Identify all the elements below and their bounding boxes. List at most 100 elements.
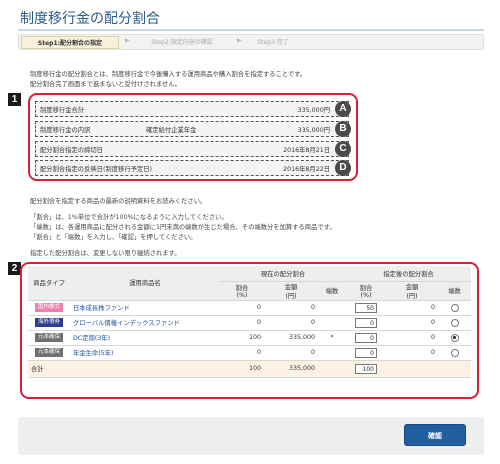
callout-letter: C: [335, 141, 351, 157]
fraction-radio[interactable]: [450, 318, 459, 327]
fraction-cell: [438, 315, 471, 331]
header-name: 運用商品名: [70, 266, 220, 301]
ratio-input[interactable]: 0: [355, 317, 377, 328]
table-row: 国内株式 日本成長株ファンド 0 0 50 0: [28, 300, 471, 316]
new-ratio-cell: 0: [346, 330, 386, 346]
info-row-effective-date: 配分割合指定の反映日(制度移行予定日) 2016年8月22日 D: [35, 160, 351, 176]
chevron-right-icon: ▶: [237, 37, 242, 44]
action-bar: 確認: [18, 417, 484, 455]
fund-link[interactable]: 日本成長株ファンド: [73, 305, 130, 312]
total-current-amount: 335,000: [264, 360, 318, 378]
ratio-input[interactable]: 0: [355, 332, 377, 343]
callout-letter: A: [335, 101, 351, 117]
table-row: 元本確保 年金生命(5年) 0 0 0 0: [28, 345, 471, 361]
info-label: 配分割合指定の反映日(制度移行予定日): [40, 166, 152, 173]
fund-name-cell: グローバル債権インデックスファンド: [70, 315, 220, 331]
section-marker-1: 1: [8, 93, 21, 106]
table-row: 海外債券 グローバル債権インデックスファンド 0 0 0 0: [28, 315, 471, 331]
type-cell: 元本確保: [28, 345, 70, 361]
current-fraction: *: [318, 330, 346, 346]
fraction-cell: [438, 300, 471, 316]
current-amount: 0: [264, 345, 318, 361]
new-amount: 0: [386, 315, 438, 331]
info-value: 335,000円: [297, 107, 330, 114]
amount-unit: (円): [285, 292, 297, 300]
info-label: 制度移行金の内訳: [40, 127, 91, 134]
category-tag: 海外債券: [35, 318, 63, 327]
note-line: 指定した配分割合は、変更しない限り継続されます。: [30, 250, 181, 257]
header-type: 商品タイプ: [28, 266, 70, 301]
fraction-radio[interactable]: [450, 333, 459, 342]
fund-link[interactable]: DC定期(3年): [73, 335, 110, 342]
header-new-fraction: 端数: [438, 281, 471, 301]
header-after: 指定後の配分割合: [346, 266, 471, 282]
ratio-unit: (%): [360, 291, 372, 299]
current-fraction: [318, 315, 346, 331]
info-value: 335,000円: [297, 127, 330, 134]
category-tag: 国内株式: [35, 303, 63, 312]
new-ratio-cell: 0: [346, 315, 386, 331]
note-line: 「端数」は、各運用商品に配分される金額に1円未満の端数が生じた場合、その端数分を…: [30, 224, 336, 231]
current-fraction: [318, 345, 346, 361]
fraction-cell: [438, 330, 471, 346]
amount-label: 金額: [284, 283, 298, 291]
info-label: 制度移行金合計: [40, 107, 85, 114]
current-amount: 335,000: [264, 330, 318, 346]
fund-name-cell: DC定期(3年): [70, 330, 220, 346]
note-line: 「割合」と「端数」を入力し、「確認」を押してください。: [30, 234, 197, 241]
fund-link[interactable]: グローバル債権インデックスファンド: [73, 320, 180, 327]
title-divider: [18, 29, 484, 31]
note-line: 「割合」は、1%単位で合計が100%になるように入力してください。: [30, 214, 228, 221]
current-ratio: 0: [220, 315, 264, 331]
header-current-amount: 金額 (円): [264, 281, 318, 301]
instructions-text: 配分割合を指定する商品の最新の説明資料をお読みください。 「割合」は、1%単位で…: [30, 197, 336, 259]
total-spacer: [70, 360, 220, 378]
note-line: 配分割合を指定する商品の最新の説明資料をお読みください。: [30, 198, 207, 205]
ratio-input[interactable]: 50: [355, 302, 377, 313]
ratio-label: 割合: [235, 284, 249, 292]
fund-name-cell: 日本成長株ファンド: [70, 300, 220, 316]
total-spacer: [318, 360, 346, 378]
confirm-button[interactable]: 確認: [404, 424, 466, 446]
new-amount: 0: [386, 300, 438, 316]
current-amount: 0: [264, 315, 318, 331]
callout-letter: D: [335, 160, 351, 176]
type-cell: 国内株式: [28, 300, 70, 316]
header-current-ratio: 割合 (%): [220, 281, 264, 301]
info-row-deadline: 配分割合指定の締切日 2016年8月21日 C: [35, 141, 351, 157]
ratio-unit: (%): [236, 291, 248, 299]
table-row: 元本確保 DC定期(3年) 100 335,000 * 0 0: [28, 330, 471, 346]
fund-name-cell: 年金生命(5年): [70, 345, 220, 361]
info-value: 2016年8月21日: [283, 147, 330, 154]
fraction-radio[interactable]: [450, 303, 459, 312]
category-tag: 元本確保: [35, 333, 63, 342]
header-new-amount: 金額 (円): [386, 281, 438, 301]
current-amount: 0: [264, 300, 318, 316]
header-new-ratio: 割合 (%): [346, 281, 386, 301]
total-ratio-display: 100: [355, 363, 377, 374]
intro-line: 配分割合完了画面まで進まないと受付けされません。: [30, 81, 181, 88]
info-label: 配分割合指定の締切日: [40, 147, 103, 154]
current-ratio: 0: [220, 300, 264, 316]
total-spacer: [438, 360, 471, 378]
allocation-table: 商品タイプ 運用商品名 現在の配分割合 指定後の配分割合 割合 (%) 金額 (円)…: [28, 266, 471, 378]
total-spacer: [386, 360, 438, 378]
fraction-radio[interactable]: [450, 348, 459, 357]
info-row-total: 制度移行金合計 335,000円 A: [35, 101, 351, 117]
info-sub: 確定給付企業年金: [146, 127, 197, 134]
category-tag: 元本確保: [35, 348, 63, 357]
info-value: 2016年8月22日: [283, 166, 330, 173]
fraction-cell: [438, 345, 471, 361]
ratio-label: 割合: [359, 284, 373, 292]
type-cell: 海外債券: [28, 315, 70, 331]
intro-line: 制度移行金の配分割合とは、制度移行金で今後購入する運用商品や購入割合を指定するこ…: [30, 71, 307, 78]
fund-link[interactable]: 年金生命(5年): [73, 350, 113, 357]
step-indicator: Step1:配分割合の指定 ▶ Step2:指定内容の確認 ▶ Step3:完了: [18, 34, 484, 50]
total-row: 合計 100 335,000 100: [28, 360, 471, 378]
step-2: Step2:指定内容の確認: [151, 39, 213, 46]
ratio-input[interactable]: 0: [355, 347, 377, 358]
header-current: 現在の配分割合: [220, 266, 346, 282]
amount-unit: (円): [406, 292, 418, 300]
step-1: Step1:配分割合の指定: [21, 36, 119, 49]
page-title: 制度移行金の配分割合: [20, 11, 160, 27]
